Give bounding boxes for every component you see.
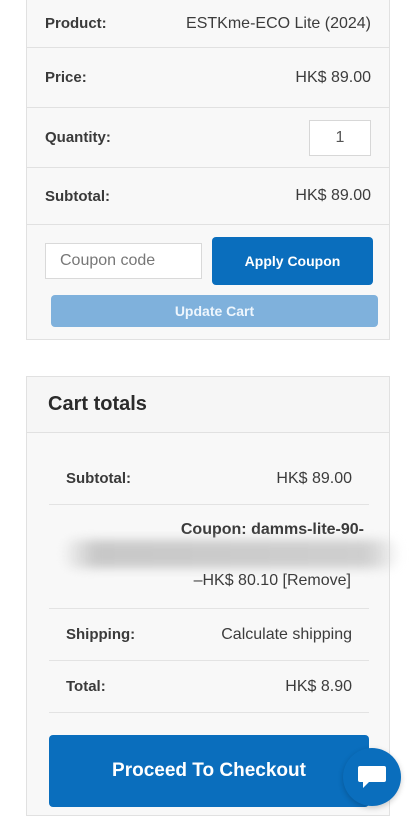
subtotal-value: HK$ 89.00: [295, 187, 371, 204]
coupon-code-input[interactable]: Coupon code: [45, 243, 202, 279]
proceed-to-checkout-button[interactable]: Proceed To Checkout: [49, 735, 369, 807]
chat-bubble-icon: [358, 766, 386, 788]
product-row: Product: ESTKme-ECO Lite (2024): [27, 0, 389, 48]
price-label: Price:: [45, 69, 87, 86]
cart-table: Product: ESTKme-ECO Lite (2024) Price: H…: [26, 0, 390, 340]
quantity-row: Quantity: 1: [27, 108, 389, 168]
shipping-row: Shipping: Calculate shipping: [49, 609, 369, 661]
total-value: HK$ 8.90: [285, 677, 352, 695]
cart-totals-panel: Cart totals Subtotal: HK$ 89.00 Coupon: …: [26, 376, 401, 816]
chat-button[interactable]: [343, 748, 401, 806]
coupon-discount-value: –HK$ 80.10 [Remove]: [194, 572, 351, 590]
quantity-label: Quantity:: [45, 129, 111, 146]
apply-coupon-button[interactable]: Apply Coupon: [212, 237, 373, 285]
totals-subtotal-label: Subtotal:: [66, 470, 131, 487]
applied-coupon-text: Coupon: damms-lite-90-: [180, 521, 364, 538]
price-row: Price: HK$ 89.00: [27, 48, 389, 108]
totals-subtotal-row: Subtotal: HK$ 89.00: [49, 453, 369, 505]
product-label: Product:: [45, 15, 107, 32]
product-value[interactable]: ESTKme-ECO Lite (2024): [186, 15, 371, 33]
discount-amount[interactable]: –HK$ 80.10 [Remove]: [194, 572, 351, 589]
total-label: Total:: [66, 678, 106, 695]
update-cart-button[interactable]: Update Cart: [51, 295, 378, 327]
total-row: Total: HK$ 8.90: [49, 661, 369, 713]
subtotal-label: Subtotal:: [45, 187, 110, 205]
subtotal-row: Subtotal: HK$ 89.00: [27, 168, 389, 225]
shipping-label: Shipping:: [66, 626, 136, 643]
price-value: HK$ 89.00: [295, 68, 371, 86]
cart-totals-heading: Cart totals: [27, 377, 389, 433]
quantity-input[interactable]: 1: [309, 119, 371, 156]
calculate-shipping-link[interactable]: Calculate shipping: [221, 626, 352, 644]
redacted-coupon-code: [61, 540, 401, 568]
totals-subtotal-value: HK$ 89.00: [276, 469, 352, 487]
